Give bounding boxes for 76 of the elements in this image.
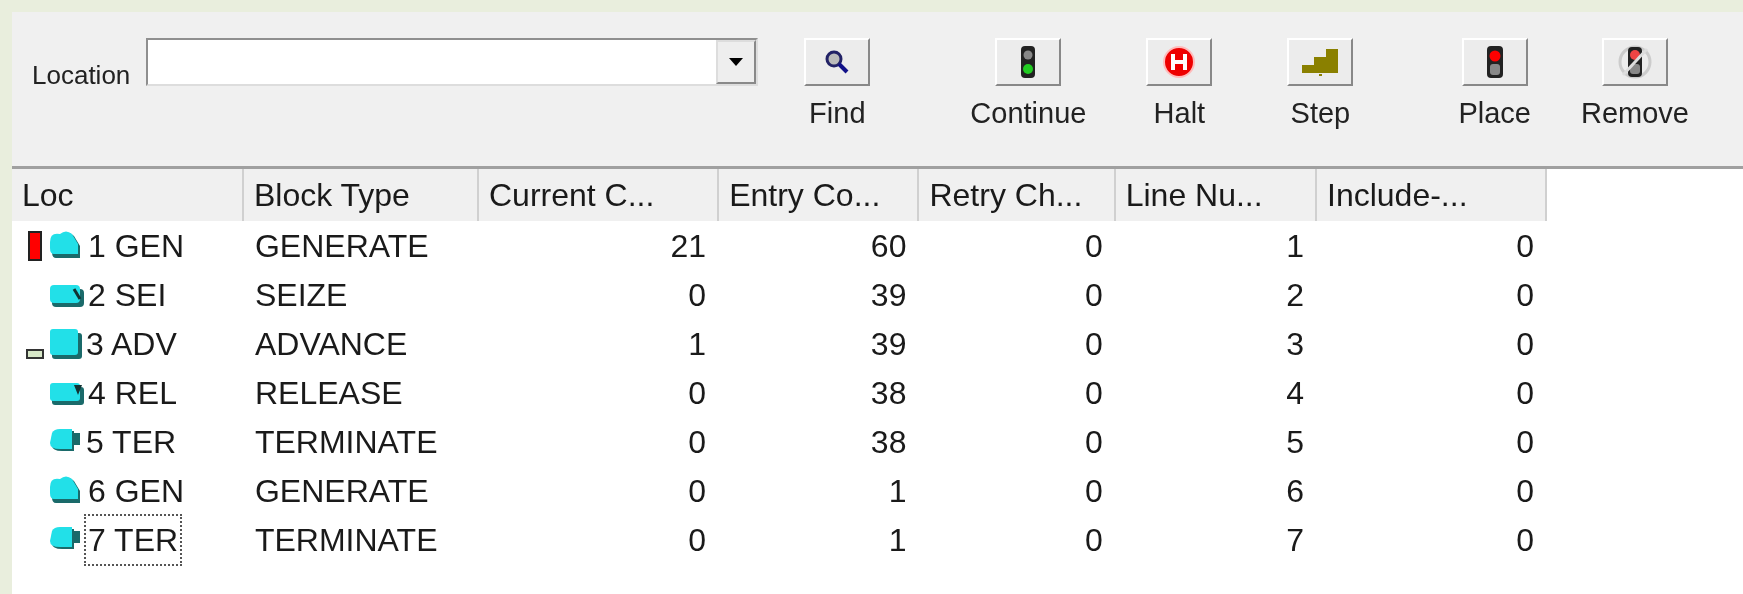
column-header[interactable]: Include-... — [1316, 169, 1546, 221]
table-cell-text: 0 — [687, 275, 708, 315]
step-button[interactable] — [1287, 38, 1354, 86]
table-cell-text: 2 — [1285, 275, 1305, 315]
table-cell-text: 1 — [687, 324, 708, 364]
column-header[interactable]: Retry Ch... — [918, 169, 1115, 221]
table-cell-text: 0 — [1515, 275, 1535, 315]
table-cell-text: 0 — [1083, 520, 1104, 560]
table-cell-text: 0 — [687, 373, 708, 413]
table-cell-text: 39 — [869, 324, 908, 364]
table-cell-text: 0 — [1083, 275, 1104, 315]
column-header[interactable]: Loc — [12, 169, 243, 221]
remove-label[interactable]: Remove — [1580, 92, 1689, 136]
table-cell-text: 0 — [1515, 373, 1535, 413]
go-signal-icon — [1021, 46, 1036, 78]
column-header[interactable]: Entry Co... — [718, 169, 919, 221]
table-cell-text: 38 — [869, 422, 908, 462]
magnifier-icon — [824, 49, 851, 75]
location-cell[interactable]: 6 GEN — [88, 466, 185, 515]
column-header[interactable]: Line Nu... — [1114, 169, 1316, 221]
table-cell-text: TERMINATE — [253, 520, 439, 560]
table-cell-text: 0 — [1515, 324, 1535, 364]
location-cell[interactable]: 3 ADV — [86, 319, 177, 368]
location-cell[interactable]: 4 REL — [88, 368, 177, 417]
location-cell[interactable]: 5 TER — [86, 417, 177, 466]
table-cell-text: 1 — [887, 471, 908, 511]
location-cell[interactable]: 1 GEN — [88, 221, 185, 270]
table-cell-text: GENERATE — [253, 471, 430, 511]
column-header[interactable]: Block Type — [242, 169, 478, 221]
location-cell[interactable]: 7 TER — [86, 515, 181, 564]
table-cell-text: 39 — [869, 275, 908, 315]
stairs-icon — [1300, 47, 1341, 77]
table-cell-text: 0 — [687, 471, 708, 511]
table-cell: GENERATE — [242, 221, 478, 270]
table-cell-text: SEIZE — [253, 275, 349, 315]
table-cell: 60 — [718, 221, 919, 270]
location-label: Location — [32, 59, 131, 92]
find-button[interactable] — [804, 38, 871, 86]
table-cell-text: 6 — [1285, 471, 1305, 511]
table-cell: 1 — [1114, 221, 1316, 270]
find-label[interactable]: Find — [809, 92, 866, 136]
table-cell-text: 0 — [1083, 324, 1104, 364]
table-cell-text: ADVANCE — [253, 324, 409, 364]
stop-signal-icon — [1486, 46, 1503, 78]
crossed-signal-icon — [1616, 45, 1653, 79]
table-cell-text: 0 — [687, 520, 708, 560]
table-cell-text: 38 — [869, 373, 908, 413]
table-cell-text: 0 — [1083, 422, 1104, 462]
table-cell-text: 0 — [1083, 471, 1104, 511]
table-cell-text: 0 — [1515, 422, 1535, 462]
place-button[interactable] — [1461, 38, 1528, 86]
column-header[interactable]: Current C... — [478, 169, 719, 221]
table-cell-text: 0 — [687, 422, 708, 462]
table-cell-text: 7 — [1285, 520, 1305, 560]
halt-label[interactable]: Halt — [1153, 92, 1206, 136]
table-cell-text: 0 — [1515, 520, 1535, 560]
table-cell: 21 — [478, 221, 719, 270]
table-cell-text: 1 — [887, 520, 908, 560]
step-label[interactable]: Step — [1290, 92, 1351, 136]
continue-label[interactable]: Continue — [970, 92, 1087, 136]
table-cell-text: 4 — [1285, 373, 1305, 413]
table-cell-text: TERMINATE — [253, 422, 439, 462]
halt-button[interactable] — [1146, 38, 1213, 86]
table-cell: 0 — [918, 221, 1115, 270]
halt-sign-icon — [1163, 46, 1196, 78]
location-cell[interactable]: 2 SEI — [88, 270, 167, 319]
table-cell-text: 0 — [1515, 471, 1535, 511]
table-cell-text: 3 — [1285, 324, 1305, 364]
table-cell-text: RELEASE — [253, 373, 404, 413]
table-cell: 0 — [1316, 221, 1546, 270]
continue-button[interactable] — [995, 38, 1062, 86]
table-cell-text: 0 — [1083, 373, 1104, 413]
place-label[interactable]: Place — [1458, 92, 1531, 136]
advance-block-icon — [48, 326, 84, 361]
remove-button[interactable] — [1601, 38, 1668, 86]
table-cell-text: 5 — [1285, 422, 1305, 462]
